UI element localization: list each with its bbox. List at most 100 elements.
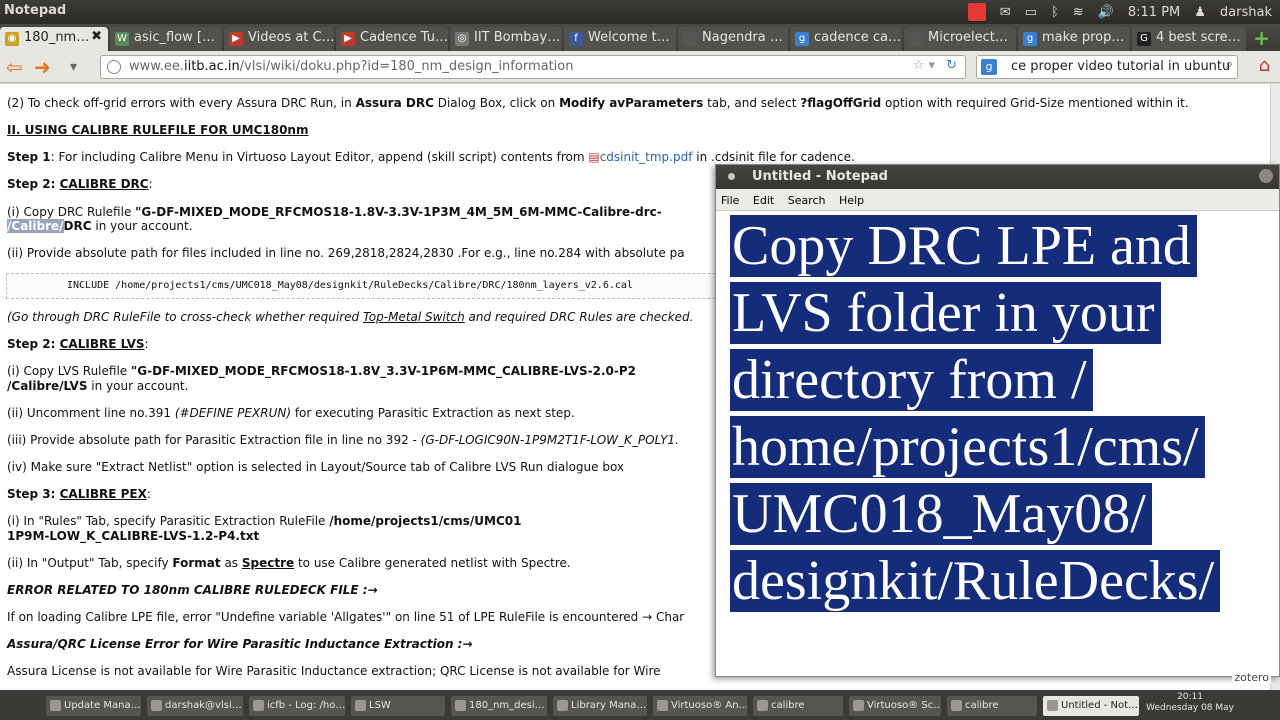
taskbar-item[interactable]: 180_nm_desi… [451, 696, 547, 716]
text-line: /Calibre/LVS in your account. [7, 379, 189, 393]
text-line: (ii) In "Output" Tab, specify Format as … [7, 556, 571, 570]
notepad-text-area[interactable]: Copy DRC LPE and LVS folder in your dire… [716, 211, 1279, 615]
text-line: (i) Copy DRC Rulefile "G-DF-MIXED_MODE_R… [7, 205, 662, 219]
taskbar-item[interactable]: darshak@vlsi… [147, 696, 243, 716]
youtube-icon: ▶ [341, 32, 355, 46]
text-line: /Calibre/DRC in your account. [7, 219, 193, 233]
notepad-icon [1047, 700, 1058, 711]
app-icon [757, 700, 768, 711]
text-line: (iii) Provide absolute path for Parasiti… [7, 433, 679, 447]
app-icon [355, 700, 366, 711]
taskbar-item[interactable]: icfb - Log: /ho… [249, 696, 345, 716]
g-icon: G [1137, 32, 1151, 46]
record-icon[interactable] [967, 3, 986, 21]
close-tab-icon[interactable]: ✖ [91, 29, 102, 44]
step-heading: Step 2: CALIBRE DRC: [7, 177, 153, 191]
selected-text-line: home/projects1/cms/ [730, 416, 1205, 478]
reload-icon[interactable]: ↻ [946, 58, 957, 73]
text-line: (i) In "Rules" Tab, specify Parasitic Ex… [7, 514, 522, 528]
error-heading: ERROR RELATED TO 180nm CALIBRE RULEDECK … [7, 583, 378, 597]
text-line: (Go through DRC RuleFile to cross-check … [7, 310, 694, 324]
search-input[interactable]: g ce proper video tutorial in ubuntu ⌕ [976, 55, 1238, 79]
selected-text-line: directory from / [730, 349, 1093, 411]
pdf-link[interactable]: ▤cdsinit_tmp.pdf [588, 150, 692, 164]
bluetooth-icon[interactable]: ᛒ [1051, 5, 1059, 20]
terminal-icon [151, 700, 162, 711]
taskbar-item[interactable]: calibre [947, 696, 1037, 716]
text-line: If on loading Calibre LPE file, error "U… [7, 610, 685, 624]
back-icon[interactable]: ⇦ [6, 55, 23, 79]
menu-file[interactable]: File [721, 194, 739, 207]
search-icon[interactable]: ⌕ [1226, 57, 1233, 72]
step-heading: Step 3: CALIBRE PEX: [7, 487, 151, 501]
text-line: (ii) Uncomment line no.391 (#DEFINE PEXR… [7, 406, 575, 420]
selected-text-line: LVS folder in your [730, 282, 1161, 344]
taskbar-item[interactable]: Virtuoso® An… [653, 696, 747, 716]
notepad-title-bar[interactable]: Untitled - Notepad [716, 165, 1279, 189]
bookmark-star-icon[interactable]: ☆ ▾ [913, 58, 935, 73]
tab-cadence-tu[interactable]: ▶ Cadence Tu… [336, 27, 448, 51]
notepad-window: Untitled - Notepad File Edit Search Help… [715, 164, 1280, 684]
user-name[interactable]: darshak [1220, 5, 1272, 20]
url-bar[interactable]: www.ee.iitb.ac.in/vlsi/wiki/doku.php?id=… [100, 55, 966, 79]
taskbar-clock[interactable]: 20:11 Wednesday 08 May [1146, 692, 1234, 714]
wifi-icon[interactable]: ≋ [1073, 5, 1084, 20]
tab-iit-bombay[interactable]: ◎ IIT Bombay… [450, 27, 562, 51]
error-heading: Assura/QRC License Error for Wire Parasi… [7, 637, 473, 651]
tab-welcome[interactable]: f Welcome t… [564, 27, 676, 51]
wiki-icon: W [115, 32, 129, 46]
system-tray: ✉ ▭ ᛒ ≋ 🔊 8:11 PM ♟ darshak [967, 3, 1272, 21]
clock[interactable]: 8:11 PM [1128, 5, 1180, 20]
text-line: Assura License is not available for Wire… [7, 664, 661, 678]
menu-help[interactable]: Help [839, 194, 864, 207]
notepad-menu-bar: File Edit Search Help [716, 189, 1279, 211]
taskbar-item[interactable]: Library Mana… [553, 696, 647, 716]
battery-icon[interactable]: ▭ [1025, 5, 1037, 20]
mail-icon[interactable]: ✉ [1000, 5, 1011, 20]
tab-nagendra[interactable]: Nagendra … [678, 27, 788, 51]
app-icon [951, 700, 962, 711]
browser-icon [455, 700, 466, 711]
zotero-label[interactable]: zotero [1232, 671, 1271, 684]
page-icon [683, 32, 697, 46]
tab-microelect[interactable]: Microelect… [904, 27, 1016, 51]
tab-cadence-ca[interactable]: g cadence ca… [790, 27, 902, 51]
text-line: (ii) Provide absolute path for files inc… [7, 246, 685, 260]
tab-180nm[interactable]: ◉ 180_nm… ✖ [0, 27, 108, 51]
taskbar-item[interactable]: LSW [351, 696, 445, 716]
tab-4-best[interactable]: G4 best scre… [1132, 27, 1246, 51]
window-menu-icon[interactable] [728, 173, 735, 180]
taskbar-item-active[interactable]: Untitled - Not… [1043, 696, 1139, 716]
google-icon: g [1023, 32, 1037, 46]
section-heading: II. USING CALIBRE RULEFILE FOR UMC180nm [7, 123, 309, 137]
home-icon[interactable]: ⌂ [1259, 55, 1270, 76]
search-engine-icon[interactable]: g [981, 59, 997, 75]
tab-asic-flow[interactable]: Wasic_flow [… [110, 27, 222, 51]
youtube-icon: ▶ [229, 32, 243, 46]
window-control-icon[interactable] [1259, 169, 1273, 183]
taskbar-item[interactable]: Virtuoso® Sc… [849, 696, 941, 716]
taskbar-item[interactable]: Update Mana… [46, 696, 141, 716]
pdf-icon: ▤ [588, 150, 600, 164]
menu-search[interactable]: Search [788, 194, 826, 207]
taskbar-item[interactable]: calibre [753, 696, 843, 716]
volume-icon[interactable]: 🔊 [1098, 5, 1114, 20]
browser-tab-bar: ◉ 180_nm… ✖ Wasic_flow [… ▶ Videos at C… … [0, 24, 1280, 51]
facebook-icon: f [569, 32, 583, 46]
forward-icon[interactable]: ➜ [34, 55, 51, 79]
new-tab-icon[interactable]: + [1253, 26, 1270, 50]
app-icon [50, 700, 61, 711]
tab-videos[interactable]: ▶ Videos at C… [224, 27, 334, 51]
app-icon [657, 700, 668, 711]
site-identity-icon[interactable] [107, 60, 121, 74]
history-icon[interactable]: ▾ [70, 59, 77, 75]
tab-make-prop[interactable]: g make prop… [1018, 27, 1130, 51]
app-icon [557, 700, 568, 711]
taskbar: Update Mana… darshak@vlsi… icfb - Log: /… [0, 690, 1280, 720]
text-line: (i) Copy LVS Rulefile "G-DF-MIXED_MODE_R… [7, 364, 637, 378]
system-top-panel: Notepad ✉ ▭ ᛒ ≋ 🔊 8:11 PM ♟ darshak [0, 0, 1280, 24]
step-heading: Step 2: CALIBRE LVS: [7, 337, 149, 351]
user-icon: ♟ [1194, 4, 1206, 20]
page-icon: ◉ [5, 32, 19, 46]
menu-edit[interactable]: Edit [753, 194, 774, 207]
